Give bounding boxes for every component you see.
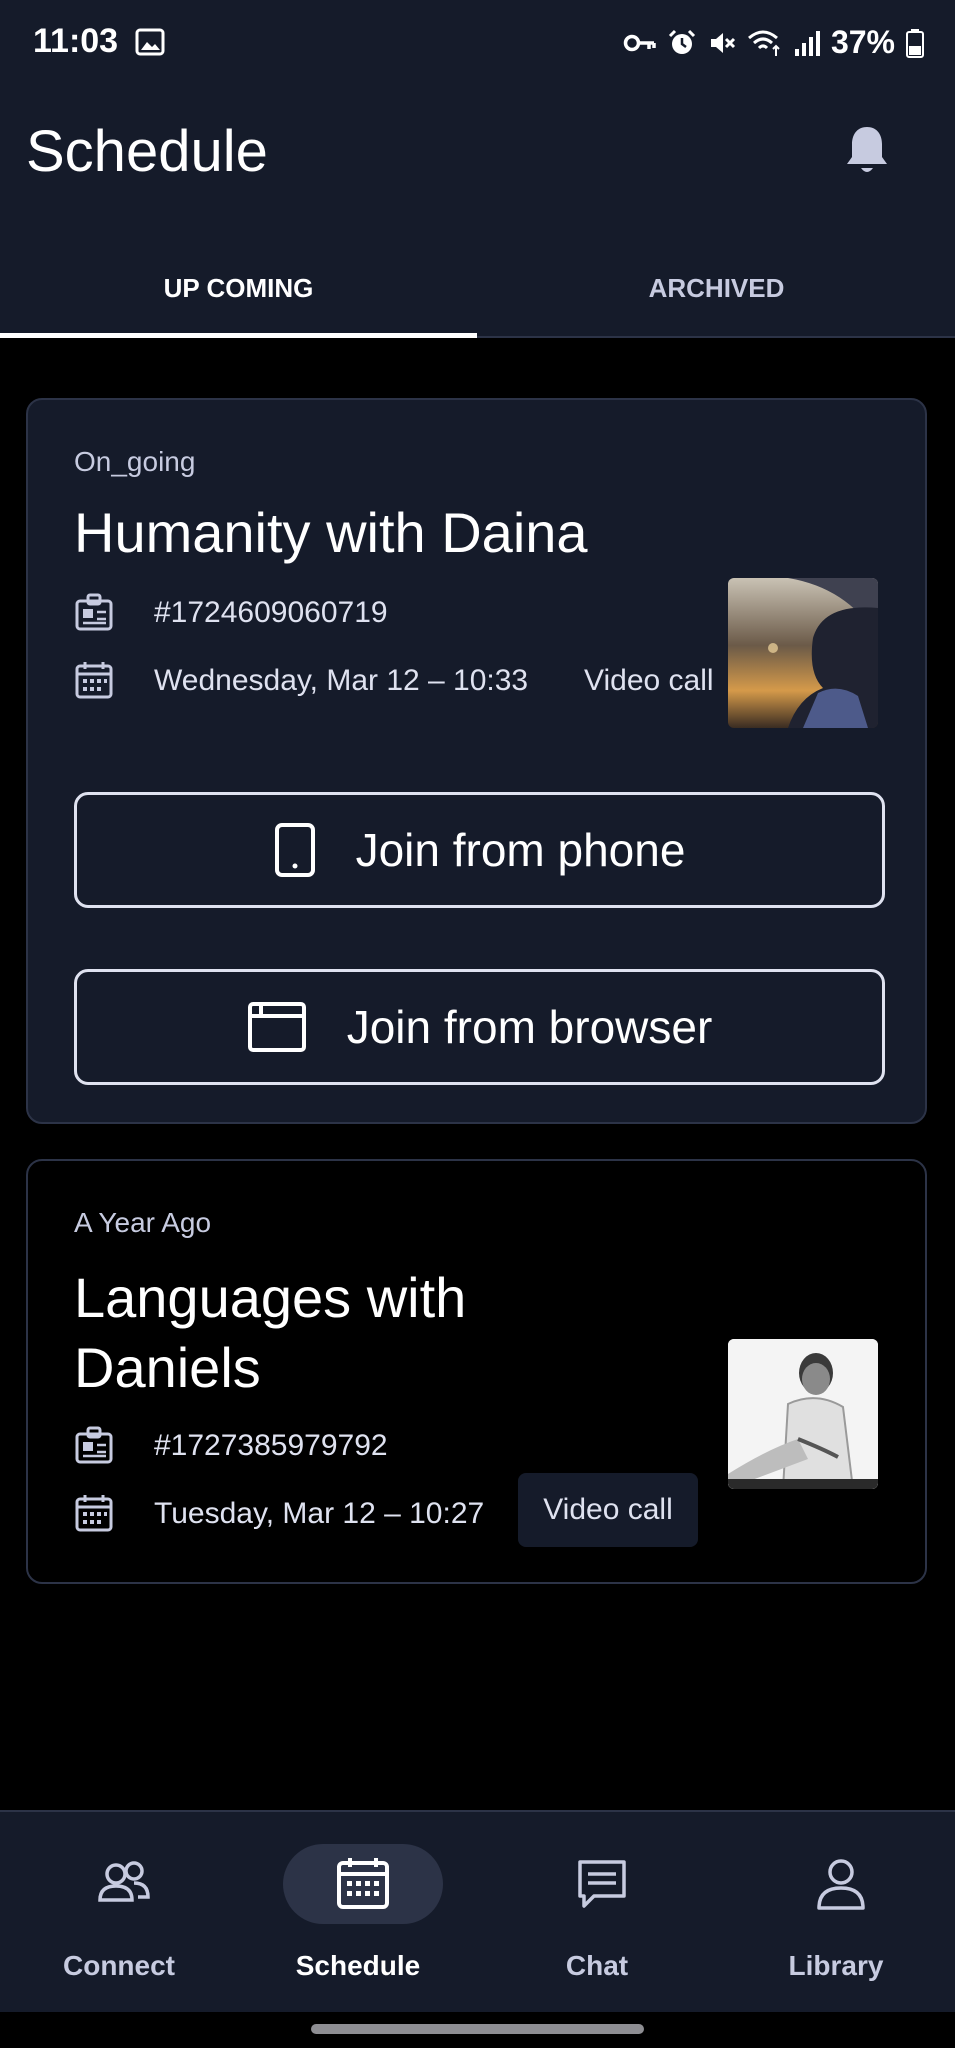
status-icons: 37% bbox=[623, 24, 925, 61]
meeting-title-line1: Languages with bbox=[74, 1266, 467, 1329]
calendar-icon bbox=[337, 1858, 389, 1909]
nav-connect-label: Connect bbox=[63, 1950, 175, 1981]
nav-connect[interactable]: Connect bbox=[0, 1812, 238, 2012]
meeting-datetime: Wednesday, Mar 12 – 10:33 bbox=[154, 664, 529, 697]
call-type: Video call bbox=[584, 664, 714, 697]
signal-icon bbox=[794, 30, 820, 56]
nav-schedule-label: Schedule bbox=[295, 1950, 421, 1981]
join-phone-label: Join from phone bbox=[355, 824, 686, 876]
app-bar: Schedule UP COMING ARCHIVED bbox=[0, 88, 955, 338]
battery-icon bbox=[906, 28, 924, 58]
join-from-browser-button[interactable]: Join from browser bbox=[74, 969, 885, 1085]
status-time: 11:03 bbox=[33, 22, 119, 60]
page-title: Schedule bbox=[26, 119, 268, 184]
join-from-phone-button[interactable]: Join from phone bbox=[74, 792, 885, 908]
bell-icon[interactable] bbox=[844, 124, 890, 176]
tab-bar: UP COMING ARCHIVED bbox=[0, 238, 955, 338]
host-photo bbox=[728, 578, 878, 728]
people-icon bbox=[98, 1861, 150, 1902]
meeting-status: A Year Ago bbox=[74, 1207, 212, 1238]
calendar-icon bbox=[75, 1495, 113, 1532]
host-photo bbox=[728, 1339, 878, 1489]
meeting-card-past[interactable]: A Year Ago Languages with Daniels #17273… bbox=[26, 1159, 927, 1584]
tab-archived[interactable]: ARCHIVED bbox=[478, 238, 955, 338]
chat-icon bbox=[578, 1860, 626, 1908]
call-type-chip: Video call bbox=[518, 1473, 698, 1547]
meeting-datetime: Tuesday, Mar 12 – 10:27 bbox=[154, 1497, 485, 1530]
id-card-icon bbox=[75, 593, 113, 631]
nav-library-label: Library bbox=[788, 1950, 884, 1981]
gesture-bar[interactable] bbox=[311, 2024, 644, 2034]
bottom-navigation: Connect Schedule Chat Library bbox=[0, 1810, 955, 2012]
browser-icon bbox=[247, 1002, 306, 1052]
person-icon bbox=[817, 1859, 865, 1910]
join-browser-label: Join from browser bbox=[346, 1001, 713, 1053]
mute-icon bbox=[710, 32, 736, 53]
gallery-icon bbox=[135, 28, 165, 56]
phone-icon bbox=[274, 823, 315, 877]
tab-indicator bbox=[0, 333, 477, 338]
tab-upcoming[interactable]: UP COMING bbox=[0, 238, 477, 338]
nav-library[interactable]: Library bbox=[717, 1812, 955, 2012]
calendar-icon bbox=[75, 662, 113, 699]
battery-percentage: 37% bbox=[830, 24, 895, 60]
nav-schedule[interactable]: Schedule bbox=[239, 1812, 477, 2012]
nav-chat[interactable]: Chat bbox=[478, 1812, 716, 2012]
meeting-card-ongoing[interactable]: On_going Humanity with Daina #1724609060… bbox=[26, 398, 927, 1124]
vpn-key-icon bbox=[623, 34, 656, 51]
alarm-icon bbox=[668, 29, 696, 54]
meeting-title-line2: Daniels bbox=[74, 1336, 261, 1399]
meeting-title: Humanity with Daina bbox=[74, 501, 588, 564]
meeting-id: #1727385979792 bbox=[154, 1429, 388, 1462]
meeting-title: Languages with Daniels bbox=[74, 1263, 466, 1403]
nav-chat-label: Chat bbox=[565, 1950, 629, 1981]
status-bar: 11:03 37% bbox=[0, 0, 955, 88]
meeting-id: #1724609060719 bbox=[154, 596, 388, 629]
id-card-icon bbox=[75, 1426, 113, 1464]
wifi-icon bbox=[747, 30, 780, 56]
meeting-status: On_going bbox=[74, 446, 196, 477]
